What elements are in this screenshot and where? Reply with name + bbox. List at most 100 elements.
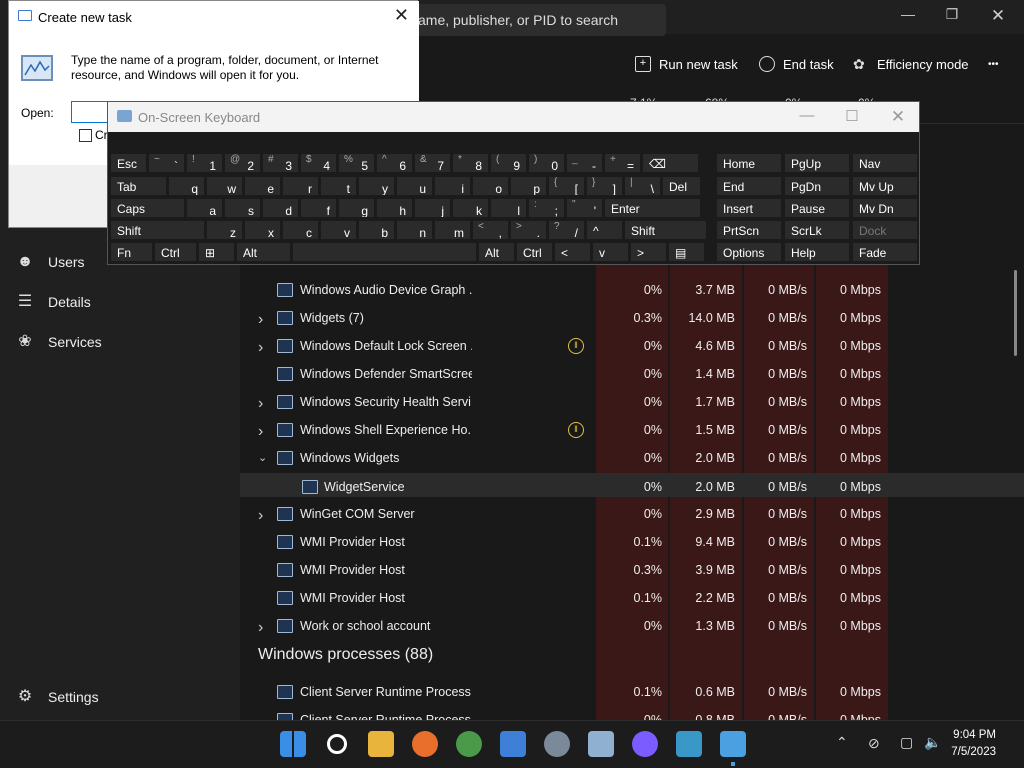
end-task-button[interactable]: End task	[759, 54, 834, 74]
osk-key[interactable]: a	[186, 198, 223, 218]
osk-key[interactable]: | \	[624, 176, 661, 196]
osk-key[interactable]: w	[206, 176, 243, 196]
osk-key[interactable]: #3	[262, 153, 299, 173]
osk-key[interactable]	[292, 242, 477, 262]
osk-key[interactable]: Tab	[110, 176, 167, 196]
expand-chevron-icon[interactable]: ›	[258, 423, 270, 440]
settings-icon[interactable]	[544, 731, 570, 757]
osk-nav-key[interactable]: Mv Up	[852, 176, 918, 196]
volume-icon[interactable]: 🔈	[924, 734, 941, 751]
clock-time[interactable]: 9:04 PM	[953, 729, 996, 741]
osk-key[interactable]: ^	[586, 220, 623, 240]
osk-key[interactable]: i	[434, 176, 471, 196]
display-icon[interactable]: ▢	[900, 734, 913, 751]
search-input[interactable]: ame, publisher, or PID to search	[398, 4, 666, 36]
osk-key[interactable]: n	[396, 220, 433, 240]
osk-key[interactable]: ⊞	[198, 242, 235, 262]
osk-key[interactable]: g	[338, 198, 375, 218]
osk-key[interactable]: % 5	[338, 153, 375, 173]
osk-nav-key[interactable]: End	[716, 176, 782, 196]
osk-key[interactable]: & 7	[414, 153, 451, 173]
admin-checkbox[interactable]	[79, 129, 92, 142]
osk-key[interactable]: Alt	[236, 242, 291, 262]
osk-key[interactable]: (9	[490, 153, 527, 173]
table-row[interactable]: › Windows Shell Experience Ho... ‖ 0% 1.5 MB…	[240, 416, 1024, 444]
osk-key[interactable]: Del	[662, 176, 701, 196]
efficiency-mode-button[interactable]: ✿ Efficiency mode	[853, 54, 969, 74]
osk-key[interactable]: e	[244, 176, 281, 196]
table-row[interactable]: › Work or school account 0% 1.3 MB 0 MB/s 0 M…	[240, 612, 1024, 640]
osk-key[interactable]: v	[592, 242, 629, 262]
dialog-close-button[interactable]: ✕	[394, 5, 409, 26]
osk-key[interactable]: l	[490, 198, 527, 218]
osk-key[interactable]: Ctrl	[516, 242, 553, 262]
osk-key[interactable]: u	[396, 176, 433, 196]
table-row[interactable]: ⌄ Windows Widgets 0% 2.0 MB 0 MB/s 0 Mbps	[240, 444, 1024, 472]
osk-key[interactable]: * 8	[452, 153, 489, 173]
search-icon[interactable]	[327, 734, 347, 754]
table-row[interactable]: Windows Audio Device Graph ... 0% 3.7 MB 0 …	[240, 276, 1024, 304]
osk-key[interactable]: {[	[548, 176, 585, 196]
osk-nav-key[interactable]: PrtScn	[716, 220, 782, 240]
osk-key[interactable]: Esc	[110, 153, 147, 173]
osk-key[interactable]: ▤	[668, 242, 705, 262]
osk-nav-key[interactable]: Home	[716, 153, 782, 173]
osk-key[interactable]: ! 1	[186, 153, 223, 173]
osk-key[interactable]: <,	[472, 220, 509, 240]
nav-item-details[interactable]: ☰ Details	[16, 290, 91, 314]
expand-chevron-icon[interactable]: ›	[258, 339, 270, 356]
osk-key[interactable]: @2	[224, 153, 261, 173]
more-options-button[interactable]: •••	[988, 54, 999, 74]
clock-date[interactable]: 7/5/2023	[951, 746, 996, 758]
osk-key[interactable]: :;	[528, 198, 565, 218]
network-icon[interactable]: ⊘	[868, 735, 880, 752]
osk-key[interactable]: b	[358, 220, 395, 240]
table-row[interactable]: WidgetService 0% 2.0 MB 0 MB/s 0 Mbps	[240, 473, 1024, 497]
table-row[interactable]: › WinGet COM Server 0% 2.9 MB 0 MB/s 0 Mbps	[240, 500, 1024, 528]
expand-chevron-icon[interactable]	[258, 563, 270, 577]
osk-key[interactable]: Shift	[624, 220, 707, 240]
table-row[interactable]: › Windows Default Lock Screen ... ‖ 0% 4.6 M…	[240, 332, 1024, 360]
table-row[interactable]: › Widgets (7) 0.3% 14.0 MB 0 MB/s 0 Mbps	[240, 304, 1024, 332]
osk-key[interactable]: r	[282, 176, 319, 196]
osk-key[interactable]: f	[300, 198, 337, 218]
remote-desktop-icon[interactable]	[676, 731, 702, 757]
nav-item-users[interactable]: ☻ Users	[16, 250, 85, 274]
osk-key[interactable]: ~ `	[148, 153, 185, 173]
osk-key[interactable]: x	[244, 220, 281, 240]
osk-key[interactable]: s	[224, 198, 261, 218]
osk-key[interactable]: z	[206, 220, 243, 240]
osk-key[interactable]: Caps	[110, 198, 185, 218]
chevron-up-icon[interactable]: ⌃	[836, 734, 848, 751]
osk-key[interactable]: m	[434, 220, 471, 240]
performance-monitor-icon[interactable]	[588, 731, 614, 757]
osk-key[interactable]: p	[510, 176, 547, 196]
osk-nav-key[interactable]: Insert	[716, 198, 782, 218]
osk-key[interactable]: $4	[300, 153, 337, 173]
osk-key[interactable]: t	[320, 176, 357, 196]
osk-key[interactable]: y	[358, 176, 395, 196]
messenger-icon[interactable]	[632, 731, 658, 757]
osk-icon[interactable]	[720, 731, 746, 757]
osk-key[interactable]: ⌫	[642, 153, 699, 173]
table-row[interactable]: › Windows Security Health Servi... 0% 1.7 M…	[240, 388, 1024, 416]
osk-key[interactable]: Fn	[110, 242, 153, 262]
osk-key[interactable]: q	[168, 176, 205, 196]
expand-chevron-icon[interactable]	[258, 480, 270, 494]
osk-minimize-button[interactable]: —	[792, 107, 822, 124]
windows-start-icon[interactable]	[280, 731, 306, 757]
osk-close-button[interactable]: ✕	[883, 107, 913, 127]
firefox-icon[interactable]	[412, 731, 438, 757]
osk-key[interactable]: }]	[586, 176, 623, 196]
table-row[interactable]: WMI Provider Host 0.1% 9.4 MB 0 MB/s 0 Mbps	[240, 528, 1024, 556]
osk-key[interactable]: c	[282, 220, 319, 240]
osk-key[interactable]: o	[472, 176, 509, 196]
osk-key[interactable]: h	[376, 198, 413, 218]
osk-nav-key[interactable]: Fade	[852, 242, 918, 262]
osk-nav-key[interactable]: Nav	[852, 153, 918, 173]
nav-item-settings[interactable]: ⚙ Settings	[16, 685, 99, 709]
osk-key[interactable]: Enter	[604, 198, 701, 218]
table-row[interactable]: Windows Defender SmartScreen 0% 1.4 MB 0 MB…	[240, 360, 1024, 388]
expand-chevron-icon[interactable]: ›	[258, 619, 270, 636]
osk-key[interactable]: + =	[604, 153, 641, 173]
